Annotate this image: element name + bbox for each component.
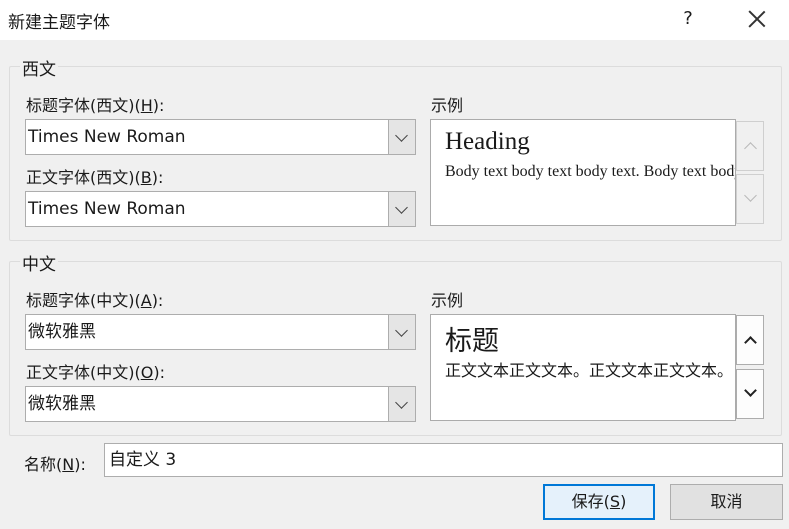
chinese-body-font-select[interactable]: 微软雅黑 [25,386,416,422]
chevron-up-icon [744,142,757,155]
dropdown-button[interactable] [388,387,415,421]
dropdown-button[interactable] [388,120,415,154]
western-heading-font-select[interactable]: Times New Roman [25,119,416,155]
chinese-sample-label: 示例 [431,291,464,310]
chinese-sample-heading: 标题 [445,326,499,357]
western-group-label: 西文 [20,55,58,80]
chevron-up-icon [744,336,757,349]
chinese-sample-preview: 标题 正文文本正文文本。正文文本正文文本。 [430,314,736,421]
cancel-button[interactable]: 取消 [670,484,783,520]
chinese-heading-font-value: 微软雅黑 [28,322,96,342]
western-scroll-up-button[interactable] [736,121,764,171]
western-sample-preview: Heading Body text body text body text. B… [430,119,736,226]
chevron-down-icon [744,189,757,202]
western-sample-label: 示例 [431,96,464,115]
name-input[interactable]: 自定义 3 [104,443,783,477]
dropdown-button[interactable] [388,315,415,349]
save-button[interactable]: 保存(S) [543,484,655,520]
chinese-body-font-label: 正文字体(中文)(O): [26,363,165,382]
western-body-font-value: Times New Roman [28,199,186,219]
chinese-heading-font-label: 标题字体(中文)(A): [26,291,164,310]
help-button[interactable]: ? [676,4,700,34]
western-heading-font-label: 标题字体(西文)(H): [26,96,165,115]
chevron-down-icon [395,396,408,409]
chinese-sample-body: 正文文本正文文本。正文文本正文文本。 [445,361,734,380]
chinese-body-font-value: 微软雅黑 [28,394,96,414]
western-scroll-down-button[interactable] [736,174,764,224]
western-sample-heading: Heading [445,128,530,155]
western-heading-font-value: Times New Roman [28,127,186,147]
dropdown-button[interactable] [388,192,415,226]
western-sample-body: Body text body text body text. Body text… [445,163,735,180]
chinese-scroll-down-button[interactable] [736,369,764,419]
western-body-font-label: 正文字体(西文)(B): [26,168,164,187]
chevron-down-icon [744,384,757,397]
chinese-scroll-up-button[interactable] [736,315,764,365]
dialog-title: 新建主题字体 [8,13,110,33]
chevron-down-icon [395,324,408,337]
chevron-down-icon [395,129,408,142]
close-icon[interactable] [744,6,770,32]
chevron-down-icon [395,201,408,214]
name-label: 名称(N): [24,455,86,474]
chinese-heading-font-select[interactable]: 微软雅黑 [25,314,416,350]
chinese-group-label: 中文 [20,250,58,275]
western-body-font-select[interactable]: Times New Roman [25,191,416,227]
title-bar: 新建主题字体 ? [0,0,789,40]
